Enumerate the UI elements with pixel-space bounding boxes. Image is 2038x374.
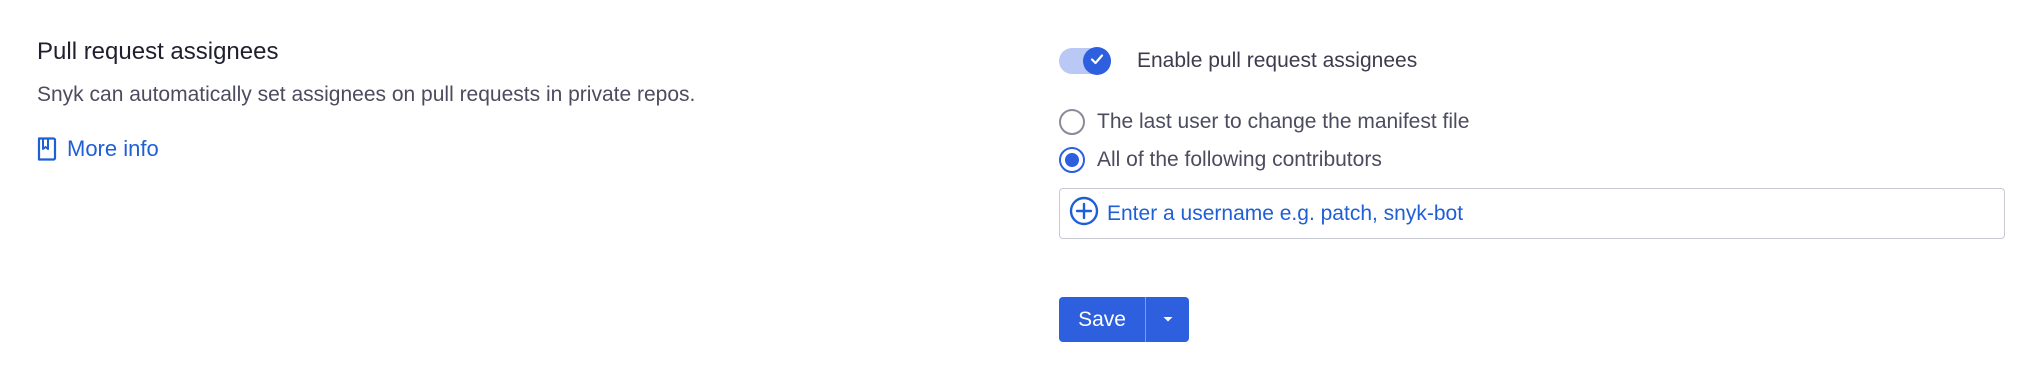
- save-button[interactable]: Save: [1059, 297, 1145, 342]
- radio-button[interactable]: [1059, 146, 1085, 173]
- enable-assignees-row: Enable pull request assignees: [1059, 44, 2009, 78]
- more-info-link[interactable]: More info: [37, 134, 159, 164]
- save-dropdown-button[interactable]: [1146, 297, 1189, 342]
- enable-assignees-label: Enable pull request assignees: [1137, 49, 1418, 72]
- section-info: Pull request assignees Snyk can automati…: [37, 36, 997, 166]
- save-split-button: Save: [1059, 297, 1189, 342]
- enable-assignees-toggle[interactable]: [1059, 47, 1111, 75]
- assignee-mode-radio-group: The last user to change the manifest fil…: [1059, 108, 2009, 173]
- radio-selected-dot: [1065, 152, 1079, 167]
- section-description: Snyk can automatically set assignees on …: [37, 83, 696, 106]
- settings-panel: Enable pull request assignees The last u…: [1059, 44, 2009, 342]
- radio-label: All of the following contributors: [1097, 147, 1382, 171]
- radio-button[interactable]: [1059, 108, 1085, 135]
- radio-option-last-user[interactable]: The last user to change the manifest fil…: [1059, 108, 2009, 135]
- radio-label: The last user to change the manifest fil…: [1097, 109, 1470, 133]
- section-title: Pull request assignees: [37, 38, 279, 65]
- more-info-label: More info: [67, 136, 159, 161]
- toggle-knob: [1083, 47, 1111, 75]
- username-input-placeholder: Enter a username e.g. patch, snyk-bot: [1107, 201, 1464, 225]
- username-input[interactable]: Enter a username e.g. patch, snyk-bot: [1059, 188, 2005, 239]
- book-icon: [37, 137, 57, 161]
- settings-page: Pull request assignees Snyk can automati…: [0, 0, 2038, 374]
- check-icon: [1089, 51, 1105, 72]
- plus-circle-icon[interactable]: [1069, 196, 1099, 231]
- radio-option-contributors[interactable]: All of the following contributors: [1059, 146, 2009, 173]
- caret-down-icon: [1161, 311, 1175, 329]
